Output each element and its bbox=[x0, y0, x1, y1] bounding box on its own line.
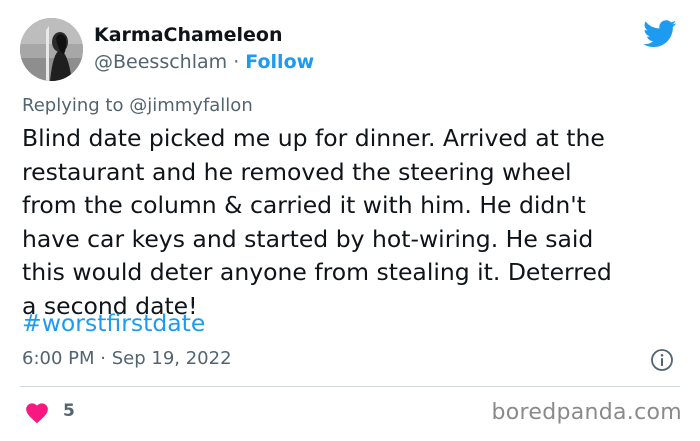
divider bbox=[20, 386, 680, 387]
watermark: boredpanda.com bbox=[491, 400, 682, 425]
tweet-date: Sep 19, 2022 bbox=[111, 348, 232, 369]
tweet-text: Blind date picked me up for dinner. Arri… bbox=[22, 124, 612, 320]
avatar-image bbox=[20, 18, 83, 81]
display-name[interactable]: KarmaChameleon bbox=[94, 24, 283, 46]
twitter-bird-icon[interactable] bbox=[643, 20, 677, 48]
like-count[interactable]: 5 bbox=[63, 401, 75, 421]
reply-mention-link[interactable]: @jimmyfallon bbox=[129, 95, 253, 116]
tweet-timestamp[interactable]: 6:00 PM · Sep 19, 2022 bbox=[22, 348, 232, 369]
handle-separator: · bbox=[233, 51, 240, 73]
user-handle[interactable]: @Beesschlam bbox=[94, 51, 227, 73]
replying-to-line: Replying to @jimmyfallon bbox=[22, 95, 253, 116]
info-icon[interactable] bbox=[650, 348, 674, 372]
avatar[interactable] bbox=[20, 18, 83, 81]
heart-icon[interactable] bbox=[24, 400, 50, 424]
handle-line: @Beesschlam · Follow bbox=[94, 51, 314, 73]
hashtag-link[interactable]: #worstfirstdate bbox=[22, 309, 205, 337]
timestamp-separator: · bbox=[100, 348, 106, 369]
replying-to-label: Replying to bbox=[22, 95, 124, 116]
follow-button[interactable]: Follow bbox=[245, 51, 314, 73]
tweet-time: 6:00 PM bbox=[22, 348, 95, 369]
